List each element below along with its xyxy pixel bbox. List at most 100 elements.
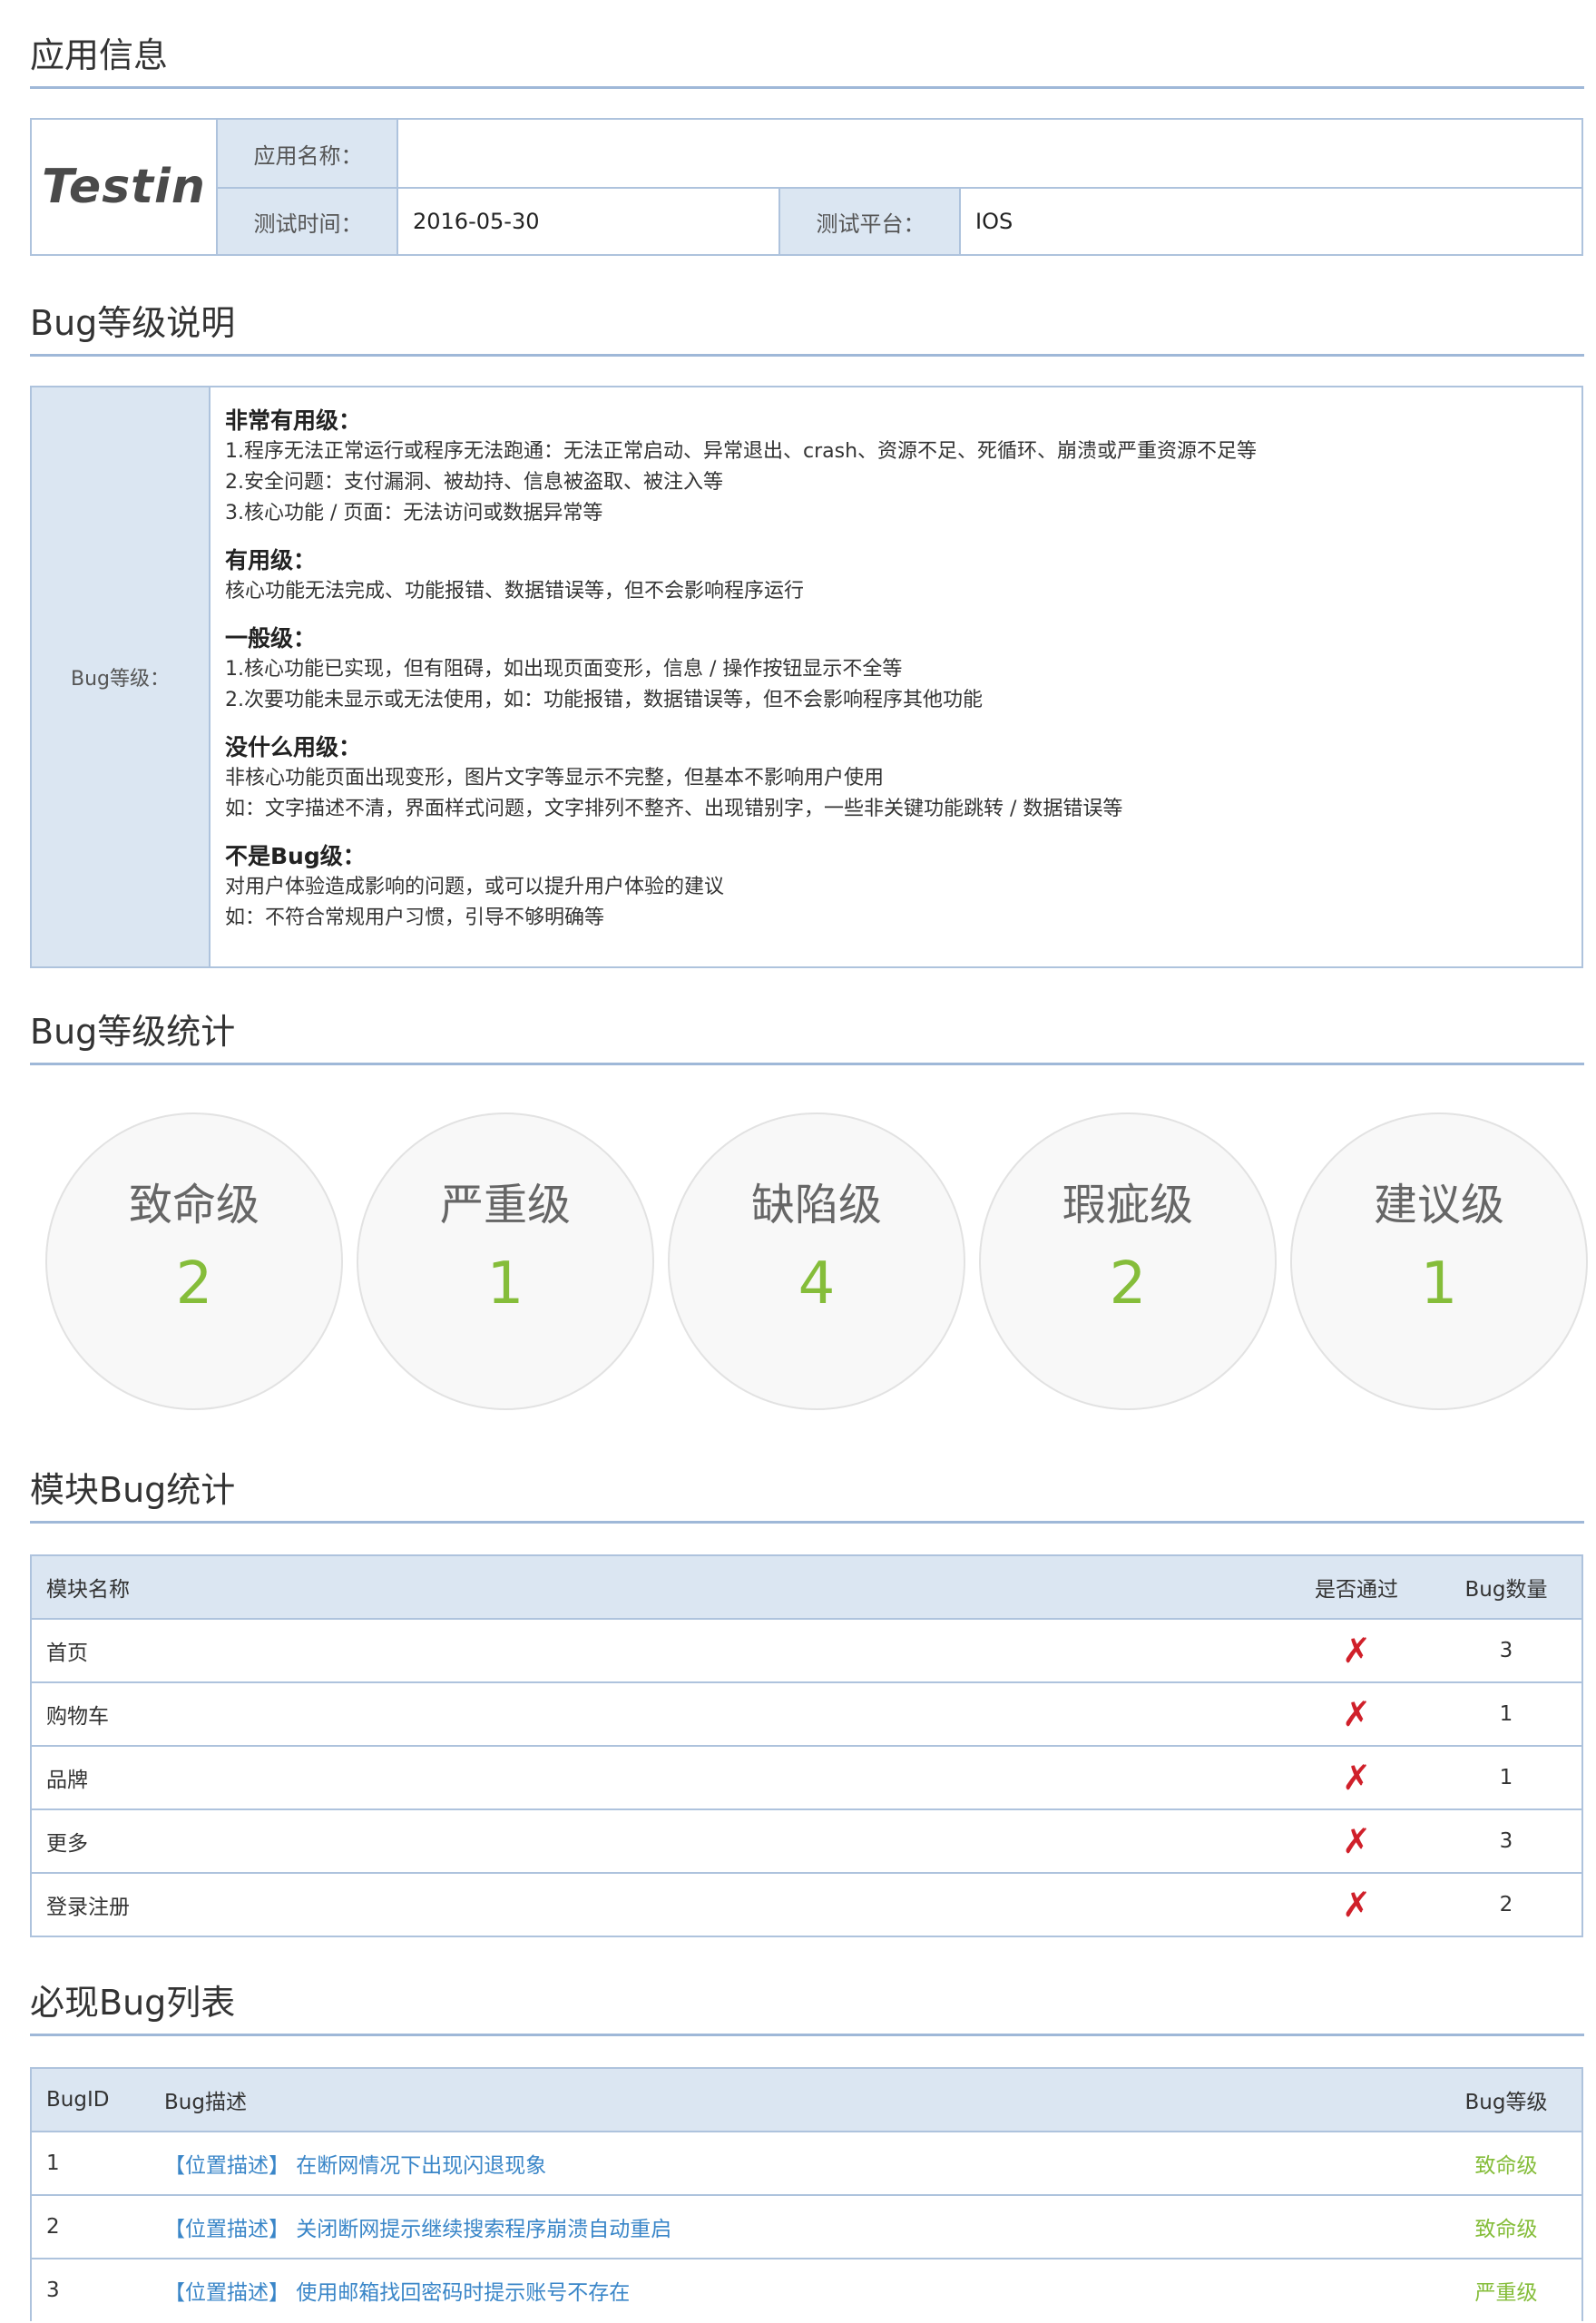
module-name: 更多 — [46, 1832, 88, 1856]
fail-cross-icon: ✗ — [1342, 1631, 1371, 1671]
table-row: 更多 ✗ 3 — [32, 1808, 1581, 1872]
bug-level-descriptions: 非常有用级： 1.程序无法正常运行或程序无法跑通：无法正常启动、异常退出、cra… — [225, 406, 1563, 950]
level-line: 1.核心功能已实现，但有阻碍，如出现页面变形，信息 / 操作按钮显示不全等 — [225, 658, 903, 681]
bug-level-desc-title: Bug等级说明 — [30, 303, 236, 343]
test-platform-value: IOS — [975, 209, 1013, 234]
level-line: 1.程序无法正常运行或程序无法跑通：无法正常启动、异常退出、crash、资源不足… — [225, 440, 1258, 463]
stat-count: 2 — [1109, 1250, 1147, 1318]
section-divider — [30, 1521, 1584, 1524]
module-name: 购物车 — [46, 1705, 109, 1729]
fail-cross-icon: ✗ — [1342, 1821, 1371, 1861]
logo-text: Testin — [42, 160, 206, 214]
bug-count: 1 — [1499, 1702, 1513, 1726]
stat-circle-suggestion: 建议级 1 — [1290, 1112, 1588, 1410]
level-title: 一般级： — [225, 625, 317, 652]
section-divider — [30, 354, 1584, 357]
level-line: 如：不符合常规用户习惯，引导不够明确等 — [225, 907, 605, 929]
bug-stats-title: Bug等级统计 — [30, 1012, 236, 1052]
section-divider — [30, 86, 1584, 89]
fail-cross-icon: ✗ — [1342, 1885, 1371, 1925]
bug-count: 2 — [1499, 1893, 1513, 1916]
stat-circle-flaw: 瑕疵级 2 — [979, 1112, 1277, 1410]
bug-level: 致命级 — [1474, 2218, 1538, 2241]
stat-circle-defect: 缺陷级 4 — [668, 1112, 965, 1410]
bug-desc-link[interactable]: 【位置描述】 在断网情况下出现闪退现象 — [164, 2132, 546, 2194]
table-row: 登录注册 ✗ 2 — [32, 1872, 1581, 1936]
level-line: 非核心功能页面出现变形，图片文字等显示不完整，但基本不影响用户使用 — [225, 767, 885, 789]
level-title: 有用级： — [225, 547, 317, 573]
app-info-title: 应用信息 — [30, 35, 169, 75]
section-divider — [30, 1063, 1584, 1065]
app-name-value — [398, 120, 1581, 187]
stat-circle-severe: 严重级 1 — [357, 1112, 654, 1410]
module-name: 品牌 — [46, 1769, 88, 1792]
stat-label: 瑕疵级 — [1062, 1180, 1193, 1230]
bug-count: 3 — [1499, 1639, 1513, 1662]
bug-level: 严重级 — [1474, 2281, 1538, 2305]
table-row: 2 【位置描述】 关闭断网提示继续搜索程序崩溃自动重启 致命级 — [32, 2194, 1581, 2258]
col-divider — [778, 189, 780, 254]
bug-level: 致命级 — [1474, 2154, 1538, 2178]
stat-circle-fatal: 致命级 2 — [45, 1112, 343, 1410]
bug-id: 1 — [46, 2151, 60, 2175]
header-pass: 是否通过 — [1315, 1578, 1398, 1602]
test-platform-label: 测试平台： — [780, 189, 961, 254]
bug-id: 3 — [46, 2279, 60, 2302]
level-block: 有用级： 核心功能无法完成、功能报错、数据错误等，但不会影响程序运行 — [225, 545, 1563, 607]
test-time-label: 测试时间： — [218, 189, 398, 254]
module-name: 首页 — [46, 1642, 88, 1665]
stat-label: 缺陷级 — [750, 1180, 882, 1230]
bug-level-desc-table: Bug等级： 非常有用级： 1.程序无法正常运行或程序无法跑通：无法正常启动、异… — [30, 386, 1583, 968]
header-bug-id: BugID — [46, 2088, 110, 2112]
bug-desc-link[interactable]: 【位置描述】 关闭断网提示继续搜索程序崩溃自动重启 — [164, 2196, 671, 2258]
bug-count: 1 — [1499, 1766, 1513, 1789]
table-row: 首页 ✗ 3 — [32, 1618, 1581, 1681]
testin-logo: Testin — [32, 120, 218, 254]
app-info-table: Testin 应用名称： 测试时间： 2016-05-30 测试平台： IOS — [30, 118, 1583, 256]
level-block: 不是Bug级： 对用户体验造成影响的问题，或可以提升用户体验的建议 如：不符合常… — [225, 841, 1563, 934]
fail-cross-icon: ✗ — [1342, 1694, 1371, 1734]
level-title: 没什么用级： — [225, 734, 362, 760]
stat-count: 4 — [798, 1250, 836, 1318]
level-line: 如：文字描述不清，界面样式问题，文字排列不整齐、出现错别字，一些非关键功能跳转 … — [225, 798, 1123, 820]
table-row: 1 【位置描述】 在断网情况下出现闪退现象 致命级 — [32, 2131, 1581, 2194]
level-block: 没什么用级： 非核心功能页面出现变形，图片文字等显示不完整，但基本不影响用户使用… — [225, 732, 1563, 825]
stat-count: 1 — [486, 1250, 524, 1318]
header-count: Bug数量 — [1464, 1578, 1548, 1602]
module-stats-title: 模块Bug统计 — [30, 1470, 236, 1510]
stat-count: 1 — [1420, 1250, 1458, 1318]
stat-count: 2 — [175, 1250, 213, 1318]
test-report-page: 应用信息 Testin 应用名称： 测试时间： 2016-05-30 测试平台：… — [0, 0, 1596, 2323]
stat-label: 建议级 — [1373, 1180, 1504, 1230]
level-line: 2.安全问题：支付漏洞、被劫持、信息被盗取、被注入等 — [225, 471, 723, 494]
bug-list-title: 必现Bug列表 — [30, 1983, 236, 2023]
test-time-value: 2016-05-30 — [413, 209, 540, 234]
level-line: 对用户体验造成影响的问题，或可以提升用户体验的建议 — [225, 876, 725, 898]
module-stats-table: 模块名称 是否通过 Bug数量 首页 ✗ 3 购物车 ✗ 1 品牌 ✗ 1 更多… — [30, 1554, 1583, 1937]
section-divider — [30, 2034, 1584, 2036]
header-module: 模块名称 — [46, 1578, 130, 1602]
fail-cross-icon: ✗ — [1342, 1758, 1371, 1798]
level-line: 2.次要功能未显示或无法使用，如：功能报错，数据错误等，但不会影响程序其他功能 — [225, 689, 983, 711]
bug-list-table: BugID Bug描述 Bug等级 1 【位置描述】 在断网情况下出现闪退现象 … — [30, 2067, 1583, 2321]
app-name-label: 应用名称： — [218, 120, 398, 187]
stat-label: 严重级 — [439, 1180, 571, 1230]
table-header-row: 模块名称 是否通过 Bug数量 — [32, 1556, 1581, 1618]
level-block: 非常有用级： 1.程序无法正常运行或程序无法跑通：无法正常启动、异常退出、cra… — [225, 406, 1563, 529]
level-block: 一般级： 1.核心功能已实现，但有阻碍，如出现页面变形，信息 / 操作按钮显示不… — [225, 623, 1563, 716]
bug-desc-link[interactable]: 【位置描述】 使用邮箱找回密码时提示账号不存在 — [164, 2259, 630, 2321]
col-divider — [959, 189, 961, 254]
table-row: 购物车 ✗ 1 — [32, 1681, 1581, 1745]
level-title: 不是Bug级： — [225, 843, 366, 869]
bug-level-label: Bug等级： — [32, 387, 211, 966]
header-bug-desc: Bug描述 — [164, 2091, 247, 2114]
level-line: 核心功能无法完成、功能报错、数据错误等，但不会影响程序运行 — [225, 580, 805, 603]
level-line: 3.核心功能 / 页面：无法访问或数据异常等 — [225, 502, 603, 524]
stat-label: 致命级 — [128, 1180, 259, 1230]
col-divider — [397, 120, 398, 254]
level-title: 非常有用级： — [225, 407, 362, 434]
module-name: 登录注册 — [46, 1896, 130, 1919]
bug-count: 3 — [1499, 1829, 1513, 1853]
table-header-row: BugID Bug描述 Bug等级 — [32, 2069, 1581, 2131]
header-bug-level: Bug等级 — [1464, 2091, 1548, 2114]
